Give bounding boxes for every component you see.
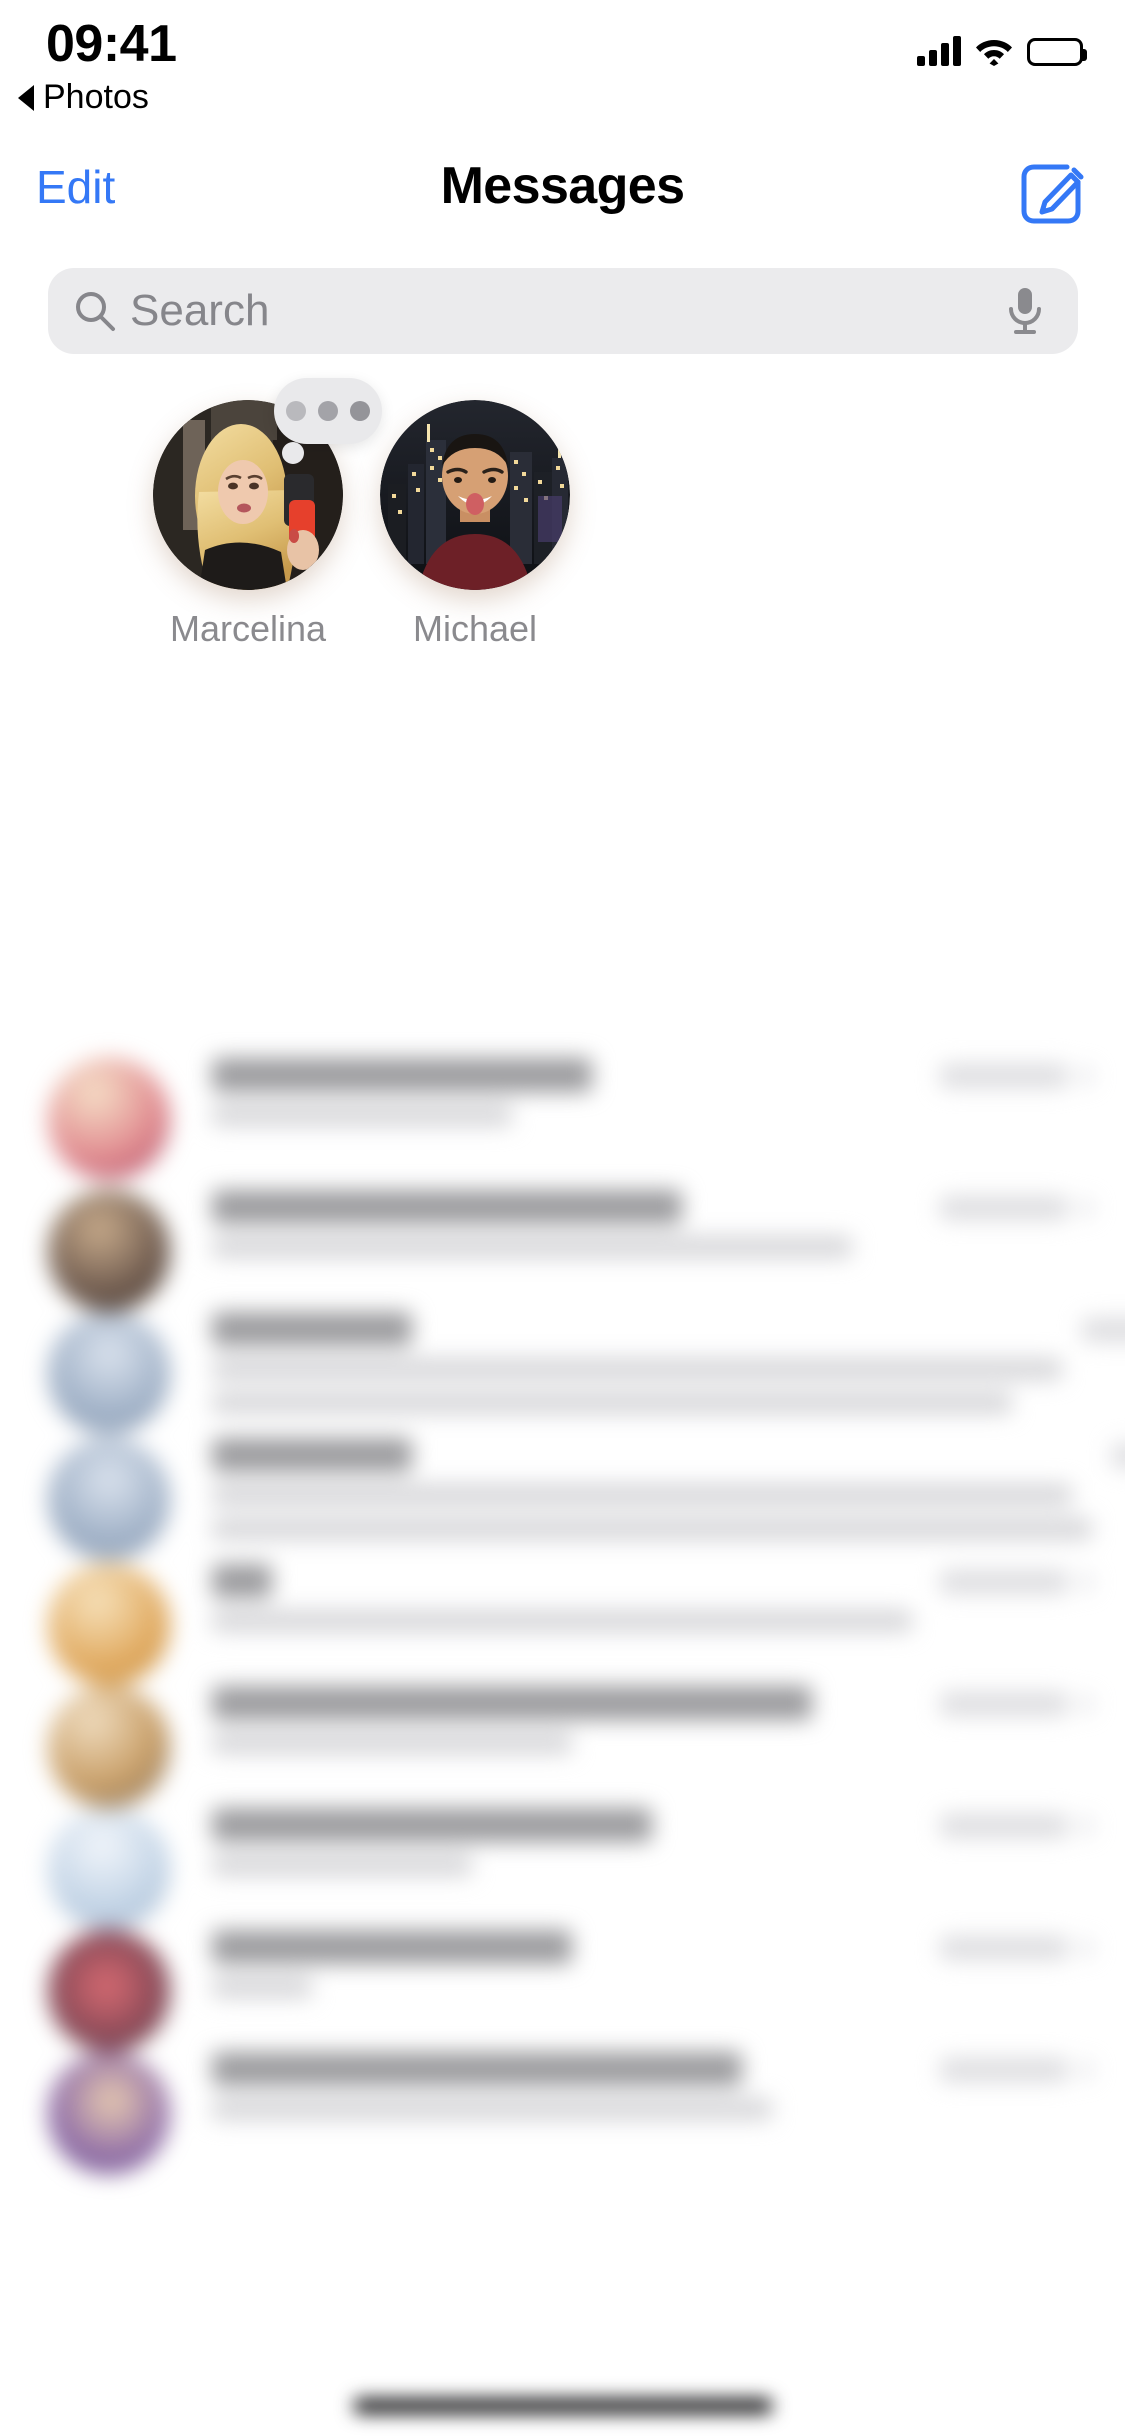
conversation-name [212, 1808, 652, 1842]
conversation-time [940, 1936, 1068, 1960]
cellular-signal-icon [917, 36, 961, 66]
conversation-time [1112, 1444, 1125, 1468]
conversation-text [212, 1802, 920, 1876]
typing-indicator [274, 378, 382, 464]
status-indicators [917, 28, 1087, 66]
conversation-text [212, 1306, 1062, 1414]
conversation-row[interactable] [0, 1780, 1125, 1930]
conversation-text [212, 1184, 920, 1258]
conversation-name [212, 1686, 812, 1720]
conversation-time [940, 2058, 1068, 2082]
conversation-snippet [212, 2098, 772, 2120]
conversation-list[interactable] [0, 1030, 1125, 2174]
conversation-snippet [212, 1236, 852, 1258]
conversation-meta [940, 1936, 1095, 1960]
back-caret-icon [18, 84, 34, 111]
conversation-row[interactable] [0, 1284, 1125, 1434]
conversation-row[interactable] [0, 1030, 1125, 1180]
conversation-text [212, 1558, 920, 1632]
conversation-time [1082, 1318, 1125, 1342]
conversation-snippet [212, 1976, 312, 1998]
page-title: Messages [440, 157, 685, 215]
conversation-time [940, 1814, 1068, 1838]
conversation-row[interactable] [0, 1410, 1125, 1560]
conversation-meta [1112, 1444, 1125, 1468]
search-input[interactable]: Search [130, 286, 1006, 336]
avatar[interactable] [48, 2052, 170, 2174]
conversation-text [212, 1432, 1092, 1540]
conversation-name [212, 1312, 412, 1346]
conversation-snippet [212, 1104, 512, 1126]
microphone-icon[interactable] [1006, 285, 1044, 337]
pinned-conversations: Marcelina Michael [0, 378, 1125, 649]
chevron-right-icon [1082, 1814, 1095, 1838]
back-label: Photos [43, 78, 149, 116]
conversation-snippet [212, 1610, 912, 1632]
conversation-text [212, 1924, 920, 1998]
conversation-name [212, 1190, 682, 1224]
chevron-right-icon [1082, 1692, 1095, 1716]
battery-icon [1027, 38, 1087, 66]
conversation-snippet [212, 1484, 1072, 1506]
conversation-time [940, 1570, 1068, 1594]
conversation-time [940, 1692, 1068, 1716]
home-indicator[interactable] [352, 2398, 773, 2414]
conversation-name [212, 1438, 412, 1472]
avatar[interactable] [380, 400, 570, 590]
conversation-meta [940, 1196, 1095, 1220]
typing-dot-2 [318, 401, 338, 421]
conversation-time [940, 1196, 1068, 1220]
conversation-snippet [212, 1358, 1062, 1380]
back-to-photos-button[interactable]: Photos [18, 78, 149, 117]
navigation-bar: Edit Messages [0, 132, 1125, 252]
conversation-meta [940, 1692, 1095, 1716]
conversation-row[interactable] [0, 1536, 1125, 1686]
conversation-meta [940, 1064, 1095, 1088]
conversation-text [212, 2046, 920, 2120]
status-time: 09:41 [46, 15, 177, 73]
conversation-row[interactable] [0, 1902, 1125, 2052]
conversation-name [212, 1930, 572, 1964]
typing-bubble-tail [282, 442, 304, 464]
conversation-name [212, 2052, 742, 2086]
conversation-text [212, 1052, 920, 1126]
conversation-text [212, 1680, 920, 1754]
conversation-row[interactable] [0, 1162, 1125, 1312]
conversation-snippet [212, 1854, 472, 1876]
chevron-right-icon [1082, 1064, 1095, 1088]
chevron-right-icon [1082, 1570, 1095, 1594]
conversation-name [212, 1058, 592, 1092]
search-icon [74, 290, 116, 332]
conversation-row[interactable] [0, 2024, 1125, 2174]
typing-dot-3 [350, 401, 370, 421]
conversation-name [212, 1564, 272, 1598]
compose-icon[interactable] [1015, 158, 1087, 230]
pinned-conversation-label: Michael [412, 608, 538, 649]
conversation-meta [940, 1814, 1095, 1838]
conversation-meta [940, 2058, 1095, 2082]
pinned-conversation-1[interactable]: Michael [325, 400, 625, 650]
conversation-time [940, 1064, 1068, 1088]
chevron-right-icon [1082, 2058, 1095, 2082]
conversation-snippet [212, 1732, 572, 1754]
search-bar[interactable]: Search [48, 268, 1078, 354]
status-bar: 09:41 Photos [0, 0, 1125, 132]
conversation-meta [940, 1570, 1095, 1594]
typing-dot-1 [286, 401, 306, 421]
wifi-icon [975, 36, 1013, 66]
chevron-right-icon [1082, 1196, 1095, 1220]
conversation-row[interactable] [0, 1658, 1125, 1808]
chevron-right-icon [1082, 1936, 1095, 1960]
conversation-meta [1082, 1318, 1125, 1342]
avatar-photo [380, 400, 570, 590]
